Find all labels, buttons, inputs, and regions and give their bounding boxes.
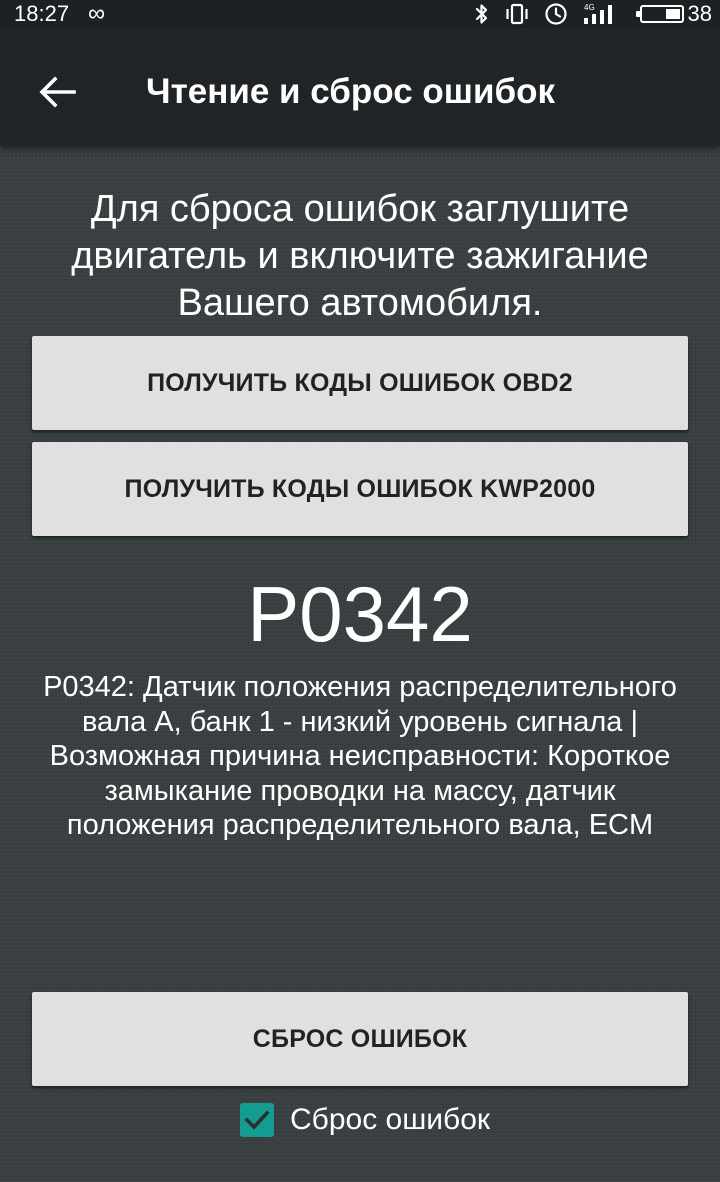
screen: 18:27 ∞ 4G 38 Чтение и сброс ошибок Для … [0,0,720,1182]
battery-percent: 38 [687,1,712,26]
checkmark-icon [244,1110,270,1130]
vibrate-icon [504,3,530,25]
reset-errors-checkbox[interactable] [240,1103,274,1137]
reset-errors-checkbox-label: Сброс ошибок [290,1103,491,1136]
error-code: P0342 [247,570,473,658]
battery-fill [665,9,680,19]
network-type-label: 4G [584,3,595,12]
link-icon: ∞ [88,0,106,27]
battery-icon [635,5,684,23]
alarm-icon [544,2,568,26]
get-obd2-codes-button[interactable]: ПОЛУЧИТЬ КОДЫ ОШИБОК OBD2 [32,336,688,430]
reset-errors-checkbox-row[interactable]: Сброс ошибок [240,1100,490,1140]
status-bar: 18:27 ∞ 4G 38 [0,0,720,28]
back-button[interactable] [30,68,86,116]
arrow-left-icon [39,76,76,108]
get-kwp2000-codes-button[interactable]: ПОЛУЧИТЬ КОДЫ ОШИБОК KWP2000 [32,442,688,536]
status-time: 18:27 [14,1,70,26]
instruction-text: Для сброса ошибок заглушите двигатель и … [71,188,649,324]
page-title: Чтение и сброс ошибок [146,72,555,111]
status-icons: 4G 38 [460,0,712,28]
app-bar: Чтение и сброс ошибок [0,28,720,146]
bluetooth-icon [474,3,490,25]
reset-errors-button[interactable]: СБРОС ОШИБОК [32,992,688,1086]
error-description: P0342: Датчик положения распределительно… [43,671,677,841]
signal-icon: 4G [582,2,620,26]
